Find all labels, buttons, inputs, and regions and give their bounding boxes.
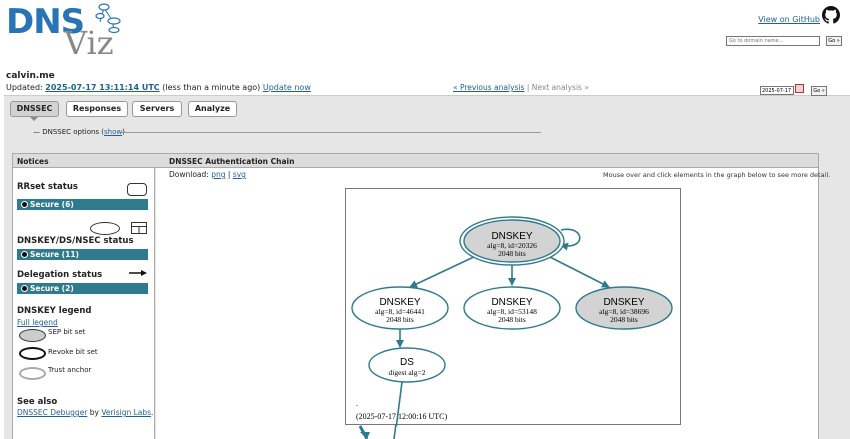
rrset-status-bar[interactable]: Secure (6) — [17, 199, 148, 210]
rrset-status-title: RRset status — [17, 182, 78, 192]
node-line2: 2048 bits — [498, 249, 526, 258]
verisign-labs-link[interactable]: Verisign Labs — [101, 408, 151, 417]
domain-title: calvin.me — [6, 71, 55, 81]
delegation-status-title: Delegation status — [17, 270, 103, 280]
see-also-period: . — [151, 408, 154, 417]
nsec-box-icon — [131, 222, 147, 234]
options-divider — [121, 132, 541, 133]
options-show-link[interactable]: show — [104, 128, 122, 136]
updated-line: Updated: 2025-07-17 13:11:14 UTC (less t… — [6, 83, 311, 92]
delegation-status-bar[interactable]: Secure (2) — [17, 283, 148, 294]
dnskey-node-53148[interactable]: DNSKEY alg=8, id=53148 2048 bits — [463, 286, 561, 330]
date-go-button[interactable]: Go » — [811, 86, 827, 96]
node-line2: 2048 bits — [386, 315, 414, 324]
download-svg-link[interactable]: svg — [233, 170, 246, 179]
arrow-right-icon — [129, 270, 147, 276]
mouseover-hint: Mouse over and click elements in the gra… — [603, 171, 831, 179]
delegation-status-label: Secure (2) — [30, 284, 74, 293]
edge-20326-46441[interactable] — [409, 254, 479, 288]
edges-continuation — [358, 424, 397, 439]
chain-header: DNSSEC Authentication Chain — [169, 157, 295, 166]
ds-node[interactable]: DS digest alg=2 — [368, 347, 446, 383]
github-link[interactable]: View on GitHub — [758, 15, 820, 24]
dnskey-node-38696[interactable]: DNSKEY alg=8, id=38696 2048 bits — [575, 286, 673, 330]
see-also-line: DNSSEC Debugger by Verisign Labs. — [17, 408, 153, 417]
dnskey-ellipse-icon — [90, 222, 120, 235]
rrset-shape-icon — [127, 183, 147, 196]
dnskey-status-title: DNSKEY/DS/NSEC status — [17, 236, 134, 246]
tab-responses[interactable]: Responses — [66, 101, 128, 117]
updated-date-link[interactable]: 2025-07-17 13:11:14 UTC — [45, 83, 159, 92]
panel-header: Notices DNSSEC Authentication Chain — [12, 153, 819, 168]
updated-prefix: Updated: — [6, 83, 43, 92]
rrset-status-label: Secure (6) — [30, 200, 74, 209]
dnssec-debugger-link[interactable]: DNSSEC Debugger — [17, 408, 87, 417]
toggle-icon — [21, 285, 28, 292]
graph-timestamp: (2025-07-17 12:00:16 UTC) — [356, 412, 447, 421]
dnskey-node-20326[interactable]: DNSKEY alg=8, id=20326 2048 bits — [459, 216, 565, 266]
active-tab-caret-icon — [30, 117, 38, 121]
auth-chain-graph: DNSKEY alg=8, id=20326 2048 bits DNSKEY … — [345, 188, 681, 430]
tab-dnssec[interactable]: DNSSEC — [10, 101, 59, 117]
dnskey-node-46441[interactable]: DNSKEY alg=8, id=46441 2048 bits — [351, 286, 449, 330]
dnskey-legend-title: DNSKEY legend — [17, 306, 92, 316]
github-icon[interactable] — [822, 6, 840, 24]
trust-anchor-legend-ellipse — [19, 367, 46, 380]
updated-relative: less than a minute ago — [165, 83, 258, 92]
dnskey-status-label: Secure (11) — [30, 250, 79, 259]
download-png-link[interactable]: png — [211, 170, 225, 179]
calendar-icon[interactable] — [795, 84, 804, 93]
full-legend-link[interactable]: Full legend — [17, 318, 58, 327]
node-title: DS — [400, 357, 414, 368]
see-also-title: See also — [17, 397, 58, 407]
download-line: Download: png | svg — [169, 170, 246, 179]
toggle-icon — [21, 251, 28, 258]
toggle-icon — [21, 201, 28, 208]
sep-legend-ellipse — [19, 329, 46, 342]
revoke-legend-label: Revoke bit set — [48, 348, 98, 356]
sep-legend-label: SEP bit set — [48, 328, 86, 336]
analysis-navigation: « Previous analysis | Next analysis » — [453, 83, 589, 92]
tab-analyze[interactable]: Analyze — [188, 101, 237, 117]
dnssec-options: — DNSSEC options (show) — [33, 128, 125, 136]
domain-search-input[interactable] — [726, 36, 820, 46]
node-line1: digest alg=2 — [389, 368, 426, 377]
analysis-date-input[interactable] — [760, 86, 794, 95]
update-now-link[interactable]: Update now — [263, 83, 311, 92]
logo-graph-icon — [95, 3, 121, 34]
dnsviz-logo[interactable]: DNS Viz — [6, 2, 130, 62]
analysis-nav-separator: | — [526, 83, 530, 92]
edge-20326-38696[interactable] — [545, 254, 610, 288]
domain-go-button[interactable]: Go » — [826, 36, 842, 46]
node-line2: 2048 bits — [610, 315, 638, 324]
updated-relative-close: ) — [257, 83, 261, 92]
node-line2: 2048 bits — [498, 315, 526, 324]
revoke-legend-ellipse — [19, 347, 46, 360]
previous-analysis-link[interactable]: « Previous analysis — [453, 83, 524, 92]
next-analysis-text: Next analysis » — [531, 83, 589, 92]
notices-header: Notices — [17, 157, 49, 166]
download-label: Download: — [169, 170, 209, 179]
notices-panel: RRset status Secure (6) DNSKEY/DS/NSEC s… — [12, 168, 155, 439]
see-also-by: by — [89, 408, 99, 417]
options-prefix: — DNSSEC options ( — [33, 128, 105, 136]
download-separator: | — [227, 170, 231, 179]
dnskey-status-bar[interactable]: Secure (11) — [17, 249, 148, 260]
trust-anchor-legend-label: Trust anchor — [48, 366, 92, 374]
tab-servers[interactable]: Servers — [132, 101, 182, 117]
graph-dot: . — [356, 399, 358, 408]
auth-chain-svg: DNSKEY alg=8, id=20326 2048 bits DNSKEY … — [351, 216, 673, 430]
